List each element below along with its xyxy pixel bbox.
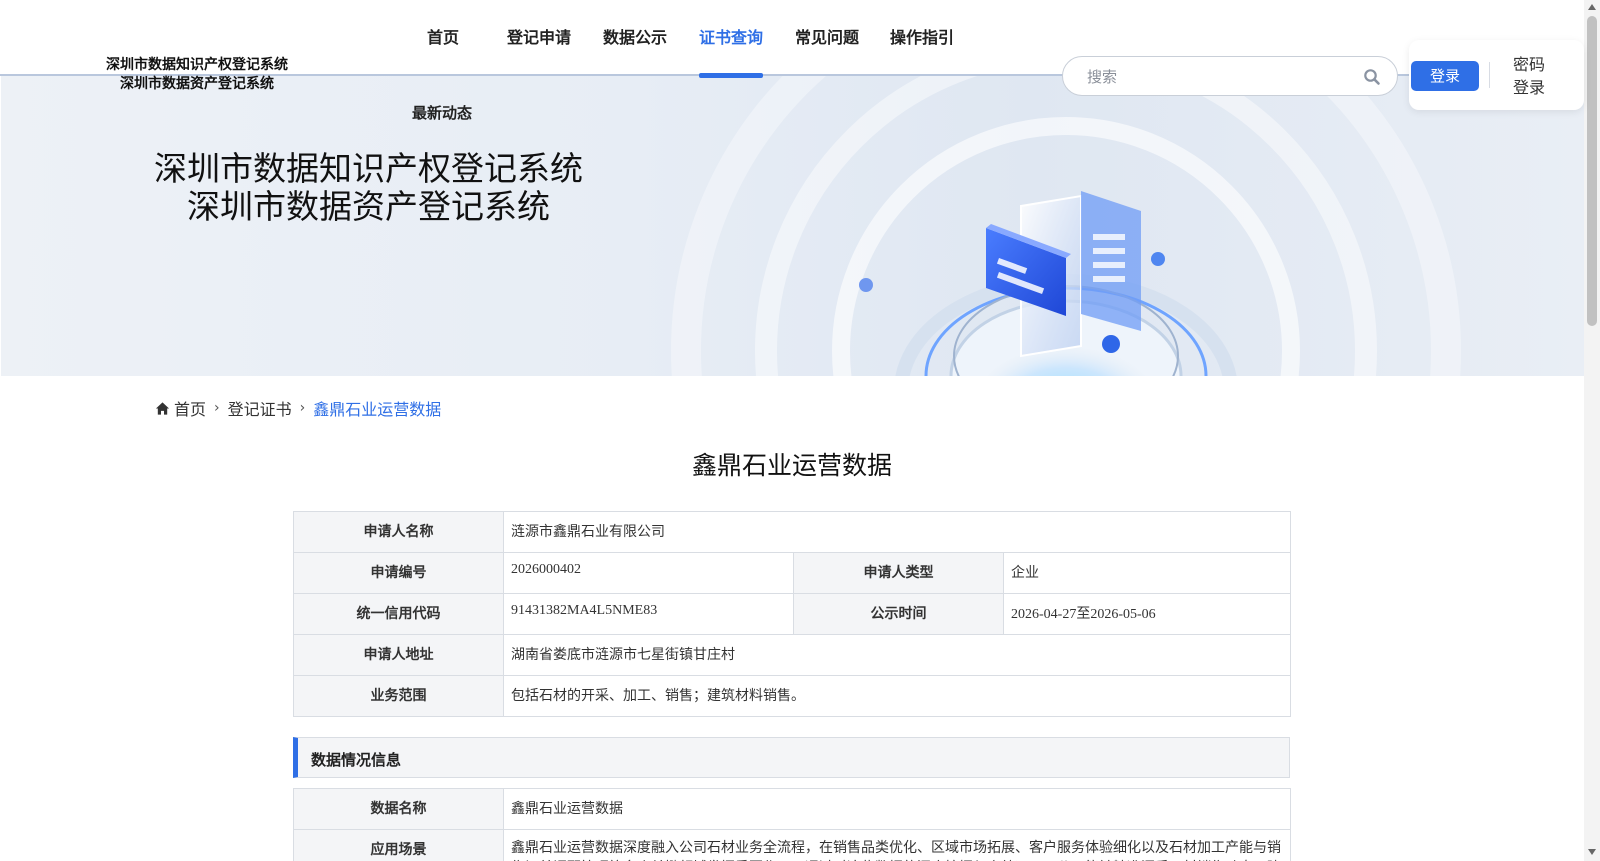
- scroll-down-icon[interactable]: [1588, 849, 1596, 855]
- table-row: 数据名称 鑫鼎石业运营数据: [293, 788, 1291, 830]
- scroll-up-icon[interactable]: [1588, 4, 1596, 10]
- credit-code-label: 统一信用代码: [293, 593, 504, 635]
- section-title: 数据情况信息: [311, 751, 402, 769]
- search-box: [1062, 56, 1398, 96]
- search-icon[interactable]: [1363, 68, 1381, 86]
- login-panel: 登录 密码登录: [1409, 40, 1584, 110]
- application-no-label: 申请编号: [293, 552, 504, 594]
- applicant-info-table: 申请人名称 涟源市鑫鼎石业有限公司 申请编号 2026000402 申请人类型 …: [293, 511, 1292, 717]
- breadcrumb-certificate[interactable]: 登记证书: [228, 396, 292, 420]
- data-name-label: 数据名称: [293, 788, 504, 830]
- brand-line-2: 深圳市数据资产登记系统: [120, 76, 274, 92]
- scrollbar-thumb[interactable]: [1587, 16, 1597, 326]
- publicity-time-label: 公示时间: [793, 593, 1004, 635]
- banner-title-line-2: 深圳市数据资产登记系统: [187, 187, 550, 226]
- table-row: 申请编号 2026000402 申请人类型 企业: [293, 552, 1292, 594]
- password-login-link[interactable]: 密码登录: [1513, 53, 1553, 99]
- hero-banner: 深圳市数据知识产权登记系统 深圳市数据资产登记系统: [1, 76, 1584, 376]
- page-scrollbar[interactable]: [1584, 0, 1600, 861]
- nav-register-apply[interactable]: 登记申请: [507, 24, 571, 76]
- login-divider: [1489, 62, 1490, 88]
- nav-home[interactable]: 首页: [427, 24, 459, 76]
- chevron-right-icon: ›: [214, 400, 220, 416]
- business-scope-label: 业务范围: [293, 675, 504, 717]
- business-scope-value: 包括石材的开采、加工、销售；建筑材料销售。: [502, 675, 1292, 717]
- page-title: 鑫鼎石业运营数据: [691, 451, 892, 480]
- applicant-name-value: 涟源市鑫鼎石业有限公司: [502, 511, 1292, 553]
- applicant-address-value: 湖南省娄底市涟源市七星街镇甘庄村: [502, 634, 1292, 676]
- breadcrumb-current: 鑫鼎石业运营数据: [313, 400, 442, 419]
- breadcrumb: 首页 › 登记证书 › 鑫鼎石业运营数据: [155, 396, 441, 420]
- publicity-time-value: 2026-04-27至2026-05-06: [1002, 593, 1292, 635]
- table-row: 统一信用代码 91431382MA4L5NME83 公示时间 2026-04-2…: [293, 593, 1292, 635]
- data-name-value: 鑫鼎石业运营数据: [503, 788, 1291, 830]
- banner-illustration: [671, 76, 1461, 376]
- applicant-type-value: 企业: [1002, 552, 1292, 594]
- table-row: 业务范围 包括石材的开采、加工、销售；建筑材料销售。: [293, 675, 1292, 717]
- site-brand[interactable]: 深圳市数据知识产权登记系统 深圳市数据资产登记系统: [92, 56, 302, 94]
- breadcrumb-home[interactable]: 首页: [174, 396, 206, 420]
- nav-latest-news[interactable]: 最新动态: [412, 102, 472, 123]
- home-icon: [155, 401, 170, 415]
- scenario-value: 鑫鼎石业运营数据深度融入公司石材业务全流程，在销售品类优化、区域市场拓展、客户服…: [503, 829, 1291, 861]
- brand-line-1: 深圳市数据知识产权登记系统: [106, 57, 288, 73]
- nav-operation-guide[interactable]: 操作指引: [890, 24, 954, 76]
- applicant-address-label: 申请人地址: [293, 634, 504, 676]
- data-info-table: 数据名称 鑫鼎石业运营数据 应用场景 鑫鼎石业运营数据深度融入公司石材业务全流程…: [293, 788, 1291, 861]
- applicant-name-label: 申请人名称: [293, 511, 504, 553]
- table-row: 申请人名称 涟源市鑫鼎石业有限公司: [293, 511, 1292, 553]
- login-button[interactable]: 登录: [1411, 61, 1479, 91]
- nav-data-publicity[interactable]: 数据公示: [603, 24, 667, 76]
- data-info-section-header: 数据情况信息: [293, 737, 1290, 778]
- nav-certificate-query[interactable]: 证书查询: [699, 24, 764, 78]
- nav-faq[interactable]: 常见问题: [795, 24, 859, 76]
- credit-code-value: 91431382MA4L5NME83: [503, 593, 794, 635]
- table-row: 申请人地址 湖南省娄底市涟源市七星街镇甘庄村: [293, 634, 1292, 676]
- banner-title: 深圳市数据知识产权登记系统 深圳市数据资产登记系统: [1, 150, 736, 226]
- application-no-value: 2026000402: [503, 552, 794, 594]
- scenario-label: 应用场景: [293, 829, 504, 861]
- table-row: 应用场景 鑫鼎石业运营数据深度融入公司石材业务全流程，在销售品类优化、区域市场拓…: [293, 829, 1291, 861]
- search-input[interactable]: [1087, 66, 1347, 88]
- banner-title-line-1: 深圳市数据知识产权登记系统: [154, 149, 583, 188]
- chevron-right-icon: ›: [299, 400, 306, 416]
- applicant-type-label: 申请人类型: [793, 552, 1004, 594]
